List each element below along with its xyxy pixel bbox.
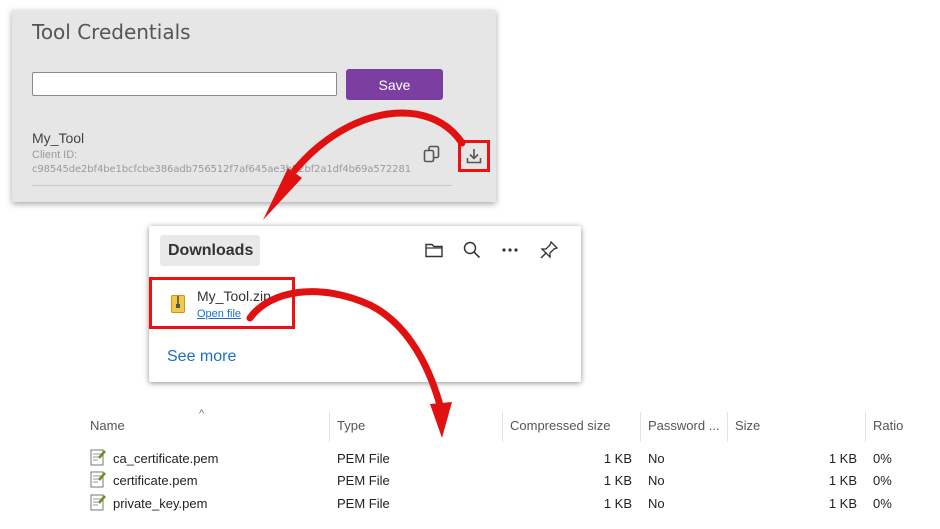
column-divider[interactable] [329, 412, 330, 442]
column-header-ratio[interactable]: Ratio [873, 418, 903, 433]
see-more-link[interactable]: See more [167, 348, 236, 366]
ratio-cell: 0% [873, 496, 892, 511]
zip-file-explorer: ^ Name Type Compressed size Password ...… [0, 408, 940, 529]
column-divider[interactable] [502, 412, 503, 442]
more-icon[interactable] [500, 240, 520, 260]
client-id-value: c98545de2bf4be1bcfcbe386adb756512f7af645… [32, 164, 411, 175]
size-cell: 1 KB [828, 473, 857, 488]
folder-icon[interactable] [424, 240, 444, 260]
compressed-size-cell: 1 KB [603, 496, 632, 511]
type-cell: PEM File [337, 473, 390, 488]
downloads-title: Downloads [168, 242, 254, 259]
open-file-link[interactable]: Open file [197, 308, 241, 320]
client-id-label: Client ID: [32, 149, 78, 161]
compressed-size-cell: 1 KB [603, 451, 632, 466]
column-divider[interactable] [727, 412, 728, 442]
password-cell: No [648, 496, 665, 511]
file-name-cell[interactable]: certificate.pem [113, 473, 198, 488]
copy-icon[interactable] [423, 145, 441, 163]
size-cell: 1 KB [828, 451, 857, 466]
password-cell: No [648, 473, 665, 488]
certificate-file-icon [90, 449, 106, 466]
file-name: My_Tool.zip [197, 288, 271, 304]
column-header-name[interactable]: Name [90, 418, 125, 433]
search-icon[interactable] [462, 240, 482, 260]
ratio-cell: 0% [873, 473, 892, 488]
column-header-compressed-size[interactable]: Compressed size [510, 418, 610, 433]
column-header-type[interactable]: Type [337, 418, 365, 433]
column-divider[interactable] [865, 412, 866, 442]
panel-title: Tool Credentials [32, 20, 191, 44]
download-icon [466, 149, 482, 164]
column-header-password[interactable]: Password ... [648, 418, 720, 433]
certificate-file-icon [90, 471, 106, 488]
tool-credentials-panel: Tool Credentials Save My_Tool Client ID:… [12, 10, 496, 202]
sort-arrow-icon[interactable]: ^ [199, 408, 204, 420]
download-button[interactable] [458, 140, 490, 172]
compressed-size-cell: 1 KB [603, 473, 632, 488]
zip-file-icon [171, 295, 185, 313]
type-cell: PEM File [337, 451, 390, 466]
divider [32, 185, 452, 186]
column-header-size[interactable]: Size [735, 418, 760, 433]
save-button[interactable]: Save [346, 69, 443, 100]
certificate-file-icon [90, 494, 106, 511]
type-cell: PEM File [337, 496, 390, 511]
downloads-header: Downloads [160, 235, 260, 266]
ratio-cell: 0% [873, 451, 892, 466]
tool-name: My_Tool [32, 130, 85, 146]
credentials-input[interactable] [32, 72, 337, 96]
column-divider[interactable] [640, 412, 641, 442]
downloads-flyout: Downloads My_Tool.zip Open file See more [149, 226, 581, 382]
file-name-cell[interactable]: private_key.pem [113, 496, 207, 511]
password-cell: No [648, 451, 665, 466]
pin-icon[interactable] [539, 240, 559, 260]
size-cell: 1 KB [828, 496, 857, 511]
file-name-cell[interactable]: ca_certificate.pem [113, 451, 219, 466]
